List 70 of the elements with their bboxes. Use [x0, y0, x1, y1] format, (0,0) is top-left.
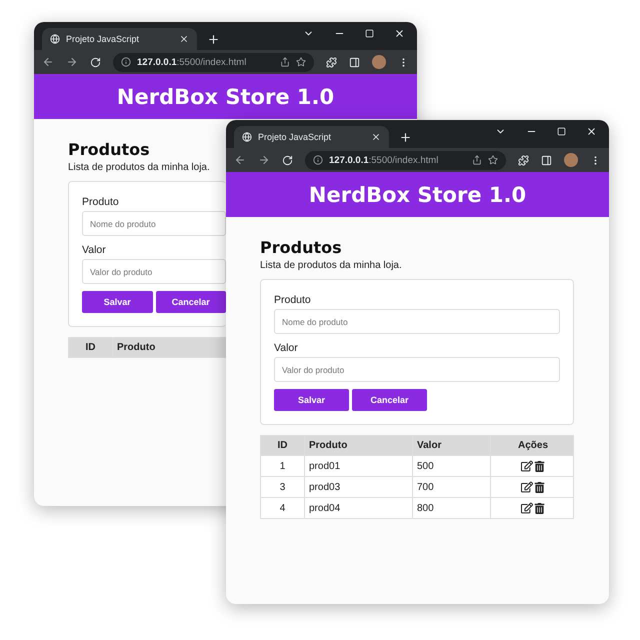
- input-field[interactable]: Valor do produto: [82, 259, 226, 284]
- trash-icon[interactable]: [534, 460, 545, 472]
- avatar-icon[interactable]: [564, 153, 578, 167]
- puzzle-icon[interactable]: [326, 56, 337, 68]
- field-label: Produto: [274, 294, 311, 306]
- url-host: 127.0.0.1: [329, 154, 369, 166]
- table-cell: prod04: [304, 498, 412, 518]
- close-tab-icon[interactable]: [371, 132, 381, 142]
- info-icon: [121, 57, 131, 67]
- tab-title: Projeto JavaScript: [66, 34, 140, 44]
- page-subtitle: Lista de produtos da minha loja.: [68, 162, 211, 173]
- page-subtitle: Lista de produtos da minha loja.: [260, 260, 403, 271]
- table-cell: 800: [412, 498, 490, 518]
- globe-icon: [50, 34, 60, 44]
- address-bar[interactable]: 127.0.0.1:5500/index.html: [113, 52, 314, 72]
- field-label: Valor: [82, 244, 106, 256]
- table-cell-text: 1: [278, 460, 286, 474]
- browser-tab[interactable]: Projeto JavaScript: [42, 28, 197, 50]
- forward-icon[interactable]: [66, 56, 78, 68]
- column-header: ID: [84, 341, 96, 355]
- save-button[interactable]: Salvar: [82, 291, 152, 313]
- side-panel-icon[interactable]: [349, 56, 360, 68]
- field-label: Produto: [82, 196, 119, 208]
- maximize-icon[interactable]: [557, 126, 566, 136]
- page-heading: Produtos: [260, 238, 343, 257]
- avatar-icon[interactable]: [372, 55, 386, 69]
- page-header: NerdBox Store 1.0: [226, 172, 609, 217]
- trash-icon[interactable]: [534, 502, 545, 514]
- edit-icon[interactable]: [521, 481, 533, 493]
- star-icon[interactable]: [488, 155, 498, 165]
- url-path: :5500/index.html: [368, 154, 438, 166]
- edit-icon[interactable]: [521, 502, 533, 514]
- back-icon[interactable]: [42, 56, 54, 68]
- close-icon[interactable]: [394, 28, 405, 38]
- url-host: 127.0.0.1: [137, 56, 177, 68]
- edit-icon[interactable]: [521, 460, 533, 472]
- new-tab-icon[interactable]: [207, 32, 220, 46]
- reload-icon[interactable]: [90, 56, 101, 68]
- column-header: ID: [276, 439, 288, 453]
- maximize-icon[interactable]: [365, 28, 374, 38]
- share-icon[interactable]: [472, 155, 482, 165]
- url-path: :5500/index.html: [176, 56, 246, 68]
- new-tab-icon[interactable]: [399, 130, 412, 144]
- page-header: NerdBox Store 1.0: [34, 74, 417, 119]
- cancel-button[interactable]: Cancelar: [156, 291, 226, 313]
- tab-title: Projeto JavaScript: [258, 132, 332, 142]
- reload-icon[interactable]: [282, 154, 293, 166]
- close-icon[interactable]: [586, 126, 597, 136]
- forward-icon[interactable]: [258, 154, 270, 166]
- close-tab-icon[interactable]: [179, 34, 189, 44]
- input-field[interactable]: Nome do produto: [274, 309, 560, 334]
- star-icon[interactable]: [296, 57, 306, 67]
- field-label: Valor: [274, 342, 298, 354]
- trash-icon[interactable]: [534, 482, 545, 492]
- save-button[interactable]: Salvar: [274, 389, 349, 411]
- table-cell-text: 3: [278, 480, 286, 494]
- address-bar[interactable]: 127.0.0.1:5500/index.html: [305, 150, 506, 170]
- side-panel-icon[interactable]: [541, 154, 552, 166]
- back-icon[interactable]: [234, 154, 246, 166]
- input-field[interactable]: Valor do produto: [274, 357, 560, 382]
- table-cell-text: 4: [278, 502, 286, 516]
- cancel-button[interactable]: Cancelar: [352, 389, 427, 411]
- column-header: Produto: [112, 338, 220, 357]
- browser-tab[interactable]: Projeto JavaScript: [234, 126, 389, 148]
- puzzle-icon[interactable]: [518, 154, 529, 166]
- input-field[interactable]: Nome do produto: [82, 211, 226, 236]
- share-icon[interactable]: [280, 57, 290, 67]
- page-heading: Produtos: [68, 140, 151, 159]
- info-icon: [313, 155, 323, 165]
- globe-icon: [242, 132, 252, 142]
